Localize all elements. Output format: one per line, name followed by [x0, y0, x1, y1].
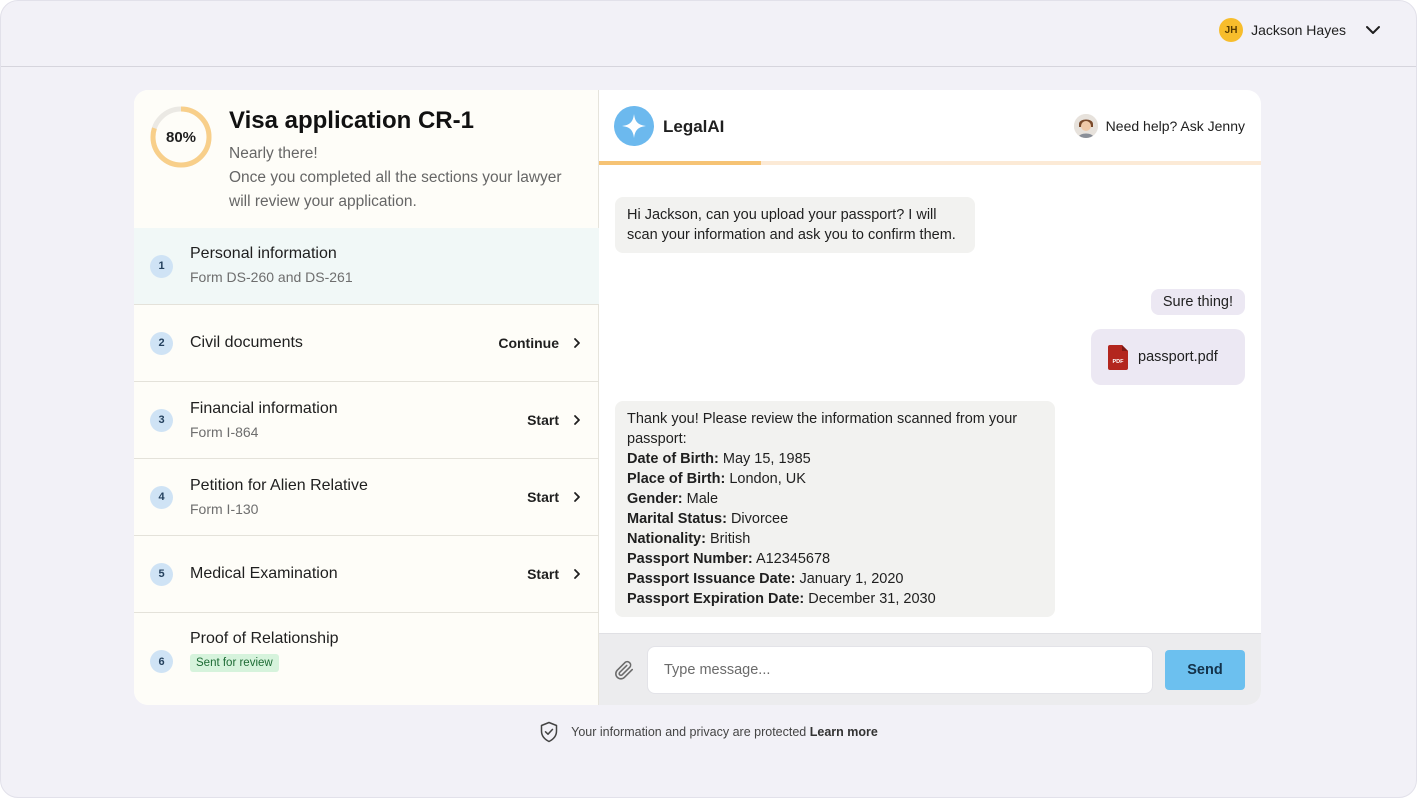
chevron-down-icon[interactable]: [1364, 21, 1382, 39]
field-value: Divorcee: [730, 511, 789, 527]
step-proof-of-relationship[interactable]: 6 Proof of Relationship Sent for review: [134, 613, 599, 705]
step-title: Proof of Relationship: [190, 630, 339, 647]
pdf-file-icon: PDF: [1108, 344, 1128, 370]
start-button[interactable]: Start: [527, 412, 583, 428]
pdf-icon-label: PDF: [1113, 359, 1125, 365]
scanned-fields: Date of Birth: May 15, 1985 Place of Birt…: [627, 449, 1043, 609]
step-civil-documents[interactable]: 2 Civil documents Continue: [134, 305, 599, 382]
field-value: British: [709, 531, 751, 547]
privacy-footer: Your information and privacy are protect…: [1, 721, 1416, 743]
scanned-field-row: Passport Expiration Date: December 31, 2…: [627, 589, 1043, 609]
step-medical-examination[interactable]: 5 Medical Examination Start: [134, 536, 599, 613]
continue-label: Continue: [498, 335, 559, 351]
field-value: December 31, 2030: [808, 591, 936, 607]
field-label: Date of Birth:: [627, 451, 719, 467]
field-label: Passport Expiration Date:: [627, 591, 805, 607]
step-number: 5: [150, 562, 173, 586]
scanned-field-row: Place of Birth: London, UK: [627, 469, 1043, 489]
steps-panel: 80% Visa application CR-1 Nearly there! …: [134, 90, 599, 705]
chat-panel: LegalAI Need help? Ask Jenny Hi Jackson,…: [599, 90, 1261, 705]
chevron-right-icon: [574, 338, 580, 348]
application-card: 80% Visa application CR-1 Nearly there! …: [134, 90, 1261, 705]
learn-more-link[interactable]: Learn more: [810, 725, 878, 739]
continue-button[interactable]: Continue: [498, 335, 583, 351]
paperclip-icon[interactable]: [613, 659, 635, 681]
shield-check-icon: [540, 721, 558, 743]
step-number: 6: [150, 650, 173, 673]
brand-name: LegalAI: [663, 117, 725, 136]
field-label: Place of Birth:: [627, 471, 726, 487]
status-badge: Sent for review: [190, 654, 279, 672]
chevron-right-icon: [574, 492, 580, 502]
message-composer: Send: [599, 633, 1261, 705]
scanned-field-row: Passport Number: A12345678: [627, 549, 1043, 569]
user-name: Jackson Hayes: [1251, 22, 1346, 38]
ask-jenny-link[interactable]: Need help? Ask Jenny: [1073, 114, 1245, 138]
file-attachment[interactable]: PDF passport.pdf: [1091, 329, 1245, 385]
step-financial-information[interactable]: 3 Financial information Form I-864 Start: [134, 382, 599, 459]
start-label: Start: [527, 412, 559, 428]
step-number: 2: [150, 331, 173, 355]
step-title: Financial information: [190, 400, 338, 417]
field-value: Male: [686, 491, 719, 507]
top-bar: JH Jackson Hayes: [1, 1, 1416, 67]
start-button[interactable]: Start: [527, 489, 583, 505]
scanned-field-row: Nationality: British: [627, 529, 1043, 549]
step-title: Petition for Alien Relative: [190, 477, 368, 494]
field-label: Nationality:: [627, 531, 706, 547]
bot-message: Hi Jackson, can you upload your passport…: [615, 197, 975, 253]
chevron-right-icon: [574, 569, 580, 579]
jenny-avatar: [1073, 114, 1098, 138]
message-intro: Thank you! Please review the information…: [627, 411, 1018, 447]
field-label: Passport Number:: [627, 551, 753, 567]
step-title: Civil documents: [190, 334, 303, 351]
app-frame: JH Jackson Hayes 80% Visa application CR…: [0, 0, 1417, 798]
legalai-logo-icon: [614, 106, 654, 146]
progress-percent: 80%: [165, 128, 197, 146]
chat-progress-fill: [599, 161, 762, 165]
step-number: 4: [150, 485, 173, 509]
field-label: Passport Issuance Date:: [627, 571, 796, 587]
user-avatar: JH: [1219, 18, 1244, 42]
step-title: Medical Examination: [190, 565, 338, 582]
scanned-field-row: Marital Status: Divorcee: [627, 509, 1043, 529]
start-button[interactable]: Start: [527, 566, 583, 582]
step-number: 1: [150, 254, 173, 278]
message-input[interactable]: [647, 646, 1153, 694]
send-button[interactable]: Send: [1165, 650, 1245, 690]
scanned-field-row: Passport Issuance Date: January 1, 2020: [627, 569, 1043, 589]
start-label: Start: [527, 489, 559, 505]
step-subtitle: Form I-864: [190, 424, 259, 440]
chat-header: LegalAI Need help? Ask Jenny: [599, 90, 1261, 165]
application-header: 80% Visa application CR-1 Nearly there! …: [134, 90, 598, 228]
step-petition-alien-relative[interactable]: 4 Petition for Alien Relative Form I-130…: [134, 459, 599, 536]
step-subtitle: Form DS-260 and DS-261: [190, 269, 353, 285]
scanned-field-row: Date of Birth: May 15, 1985: [627, 449, 1043, 469]
field-value: January 1, 2020: [799, 571, 904, 587]
field-value: A12345678: [755, 551, 831, 567]
page-title: Visa application CR-1: [229, 107, 474, 134]
file-name: passport.pdf: [1138, 349, 1218, 365]
page-subtitle: Nearly there!: [229, 145, 318, 162]
help-text: Need help? Ask Jenny: [1105, 118, 1245, 134]
field-label: Marital Status:: [627, 511, 727, 527]
field-label: Gender:: [627, 491, 683, 507]
step-number: 3: [150, 408, 173, 432]
field-value: May 15, 1985: [722, 451, 811, 467]
step-personal-information[interactable]: 1 Personal information Form DS-260 and D…: [134, 228, 599, 305]
user-message: Sure thing!: [1150, 289, 1245, 315]
page-description: Once you completed all the sections your…: [229, 169, 562, 210]
chevron-right-icon: [574, 415, 580, 425]
bot-message-passport-review: Thank you! Please review the information…: [615, 401, 1055, 617]
chat-progress-bar: [599, 161, 1261, 165]
scanned-field-row: Gender: Male: [627, 489, 1043, 509]
start-label: Start: [527, 566, 559, 582]
privacy-text: Your information and privacy are protect…: [571, 725, 807, 739]
step-subtitle: Form I-130: [190, 501, 259, 517]
user-menu[interactable]: JH Jackson Hayes: [1219, 17, 1382, 43]
step-title: Personal information: [190, 245, 337, 262]
field-value: London, UK: [729, 471, 806, 487]
